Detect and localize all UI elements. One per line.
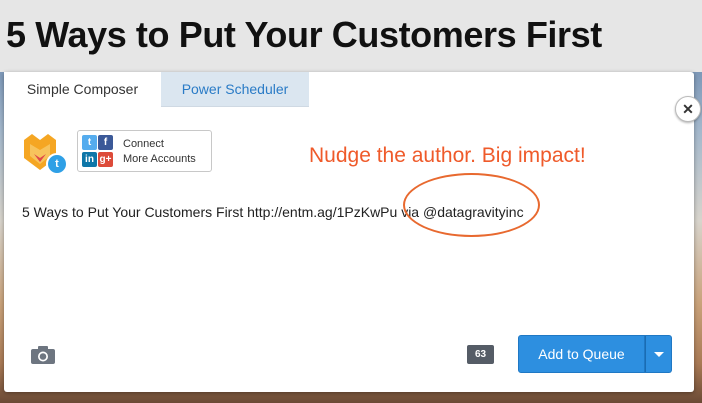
annotation-ellipse <box>403 173 540 237</box>
camera-icon[interactable] <box>30 345 56 365</box>
close-button[interactable]: ✕ <box>675 96 701 122</box>
tab-simple-composer[interactable]: Simple Composer <box>4 72 161 107</box>
annotation-text: Nudge the author. Big impact! <box>309 144 586 167</box>
tab-power-scheduler[interactable]: Power Scheduler <box>161 72 309 107</box>
linkedin-icon: in <box>82 152 97 167</box>
chevron-down-icon[interactable] <box>645 335 672 373</box>
facebook-icon: f <box>98 135 113 150</box>
twitter-badge-icon: t <box>46 153 68 175</box>
article-title: 5 Ways to Put Your Customers First <box>6 14 602 55</box>
character-count-badge: 63 <box>467 345 494 364</box>
connect-accounts-button[interactable]: t f in g+ Connect More Accounts <box>77 130 212 172</box>
twitter-icon: t <box>82 135 97 150</box>
profile-avatar[interactable]: t <box>22 132 72 176</box>
connect-label: Connect More Accounts <box>123 138 196 165</box>
add-to-queue-button[interactable]: Add to Queue <box>518 335 645 373</box>
google-plus-icon: g+ <box>98 152 113 167</box>
close-icon: ✕ <box>682 101 694 117</box>
composer-tabs: Simple Composer Power Scheduler <box>4 72 694 107</box>
